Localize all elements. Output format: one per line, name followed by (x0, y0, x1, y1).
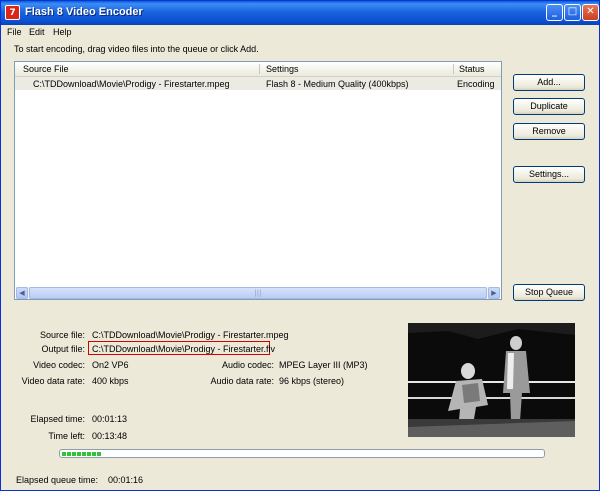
progress-segment (77, 452, 81, 456)
video-data-rate-label: Video data rate: (21, 376, 85, 386)
time-left-label: Time left: (48, 431, 85, 441)
encoder-window: 7 Flash 8 Video Encoder _ □ ✕ File Edit … (0, 0, 600, 491)
add-button[interactable]: Add... (513, 74, 585, 91)
duplicate-button[interactable]: Duplicate (513, 98, 585, 115)
column-status[interactable]: Status (459, 64, 485, 74)
settings-button[interactable]: Settings... (513, 166, 585, 183)
queue-cell-settings: Flash 8 - Medium Quality (400kbps) (266, 79, 409, 89)
status-bar: Elapsed queue time: 00:01:16 (1, 470, 599, 490)
title-bar[interactable]: 7 Flash 8 Video Encoder _ □ ✕ (1, 1, 599, 25)
column-settings[interactable]: Settings (266, 64, 299, 74)
remove-button[interactable]: Remove (513, 123, 585, 140)
progress-segment (97, 452, 101, 456)
video-codec-label: Video codec: (33, 360, 85, 370)
queue-row[interactable]: C:\TDDownload\Movie\Prodigy - Firestarte… (15, 77, 501, 90)
instruction-text: To start encoding, drag video files into… (14, 44, 259, 54)
scroll-right-icon[interactable]: ▶ (488, 287, 500, 299)
elapsed-queue-time-label: Elapsed queue time: (16, 475, 99, 485)
minimize-button[interactable]: _ (546, 4, 563, 21)
progress-segment (67, 452, 71, 456)
progress-segment (72, 452, 76, 456)
menu-help[interactable]: Help (53, 27, 72, 37)
elapsed-time-value: 00:01:13 (92, 414, 128, 424)
audio-codec-value: MPEG Layer III (MP3) (279, 360, 368, 370)
column-divider[interactable] (453, 64, 454, 74)
output-file-value: C:\TDDownload\Movie\Prodigy - Firestarte… (92, 344, 276, 354)
progress-segment (87, 452, 91, 456)
elapsed-time-label: Elapsed time: (30, 414, 85, 424)
maximize-button[interactable]: □ (564, 4, 581, 21)
menu-edit[interactable]: Edit (29, 27, 45, 37)
close-button[interactable]: ✕ (582, 4, 599, 21)
elapsed-queue-time-value: 00:01:16 (108, 475, 144, 485)
menu-file[interactable]: File (7, 27, 22, 37)
column-source-file[interactable]: Source File (23, 64, 69, 74)
audio-codec-label: Audio codec: (221, 360, 274, 370)
queue-cell-status: Encoding (457, 79, 495, 89)
progress-segment (62, 452, 66, 456)
scroll-left-icon[interactable]: ◀ (16, 287, 28, 299)
encoding-progress-bar (59, 449, 545, 458)
menu-bar: File Edit Help (1, 25, 599, 40)
progress-segment (82, 452, 86, 456)
video-data-rate-value: 400 kbps (92, 376, 129, 386)
video-codec-value: On2 VP6 (92, 360, 129, 370)
video-preview (408, 323, 575, 437)
stop-queue-button[interactable]: Stop Queue (513, 284, 585, 301)
progress-segment (92, 452, 96, 456)
audio-data-rate-label: Audio data rate: (210, 376, 274, 386)
column-divider[interactable] (259, 64, 260, 74)
app-icon[interactable]: 7 (5, 5, 20, 20)
scroll-thumb[interactable]: ||| (29, 287, 487, 299)
output-file-label: Output file: (41, 344, 85, 354)
source-file-value: C:\TDDownload\Movie\Prodigy - Firestarte… (92, 330, 289, 340)
source-file-label: Source file: (39, 330, 85, 340)
window-title: Flash 8 Video Encoder (25, 6, 143, 18)
horizontal-scrollbar[interactable]: ◀ ||| ▶ (16, 287, 500, 299)
audio-data-rate-value: 96 kbps (stereo) (279, 376, 345, 386)
time-left-value: 00:13:48 (92, 431, 128, 441)
queue-cell-source: C:\TDDownload\Movie\Prodigy - Firestarte… (33, 79, 230, 89)
encoding-queue-list[interactable]: Source File Settings Status C:\TDDownloa… (14, 61, 502, 300)
queue-header: Source File Settings Status (15, 62, 501, 77)
